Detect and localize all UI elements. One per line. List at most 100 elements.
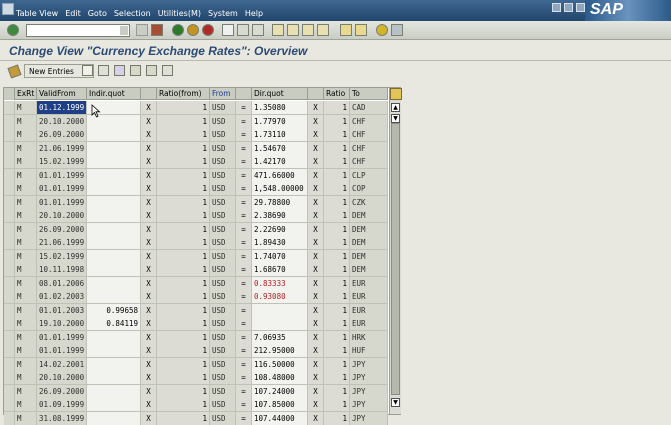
row-selector[interactable] [4, 276, 15, 290]
table-row[interactable]: M 01.01.1999 X 1 USD = 7.06935 X 1 HRK [4, 330, 388, 344]
cell-indir-quot[interactable] [87, 195, 141, 209]
close-icon[interactable] [576, 3, 585, 12]
table-row[interactable]: M 01.01.1999 X 1 USD = 29.78800 X 1 CZK [4, 195, 388, 209]
last-page-icon[interactable] [317, 24, 329, 36]
maximize-icon[interactable] [564, 3, 573, 12]
cell-dir-quot[interactable] [252, 303, 308, 317]
find-next-icon[interactable] [252, 24, 264, 36]
cancel-icon[interactable] [202, 24, 214, 36]
cell-indir-quot[interactable] [87, 182, 141, 195]
row-selector[interactable] [4, 317, 15, 330]
table-row[interactable]: M 21.06.1999 X 1 USD = 1.54670 X 1 CHF [4, 141, 388, 155]
menu-goto[interactable]: Goto [88, 9, 107, 18]
next-page-icon[interactable] [302, 24, 314, 36]
window-menu-icon[interactable] [2, 3, 14, 15]
row-selector[interactable] [4, 209, 15, 222]
table-row[interactable]: M 20.10.2000 X 1 USD = 2.38690 X 1 DEM [4, 209, 388, 223]
save-icon[interactable] [151, 24, 163, 36]
back-icon[interactable] [172, 24, 184, 36]
cell-dir-quot[interactable]: 0.93080 [252, 290, 308, 303]
menu-utilities[interactable]: Utilities(M) [158, 9, 201, 18]
cell-indir-quot[interactable] [87, 384, 141, 398]
row-selector[interactable] [4, 411, 15, 425]
cell-dir-quot[interactable]: 1,548.00000 [252, 182, 308, 195]
scroll-thumb[interactable] [391, 123, 400, 395]
header-to[interactable]: To [350, 88, 388, 100]
copy-icon[interactable] [82, 65, 93, 76]
menu-table-view[interactable]: Table View [16, 9, 58, 18]
table-row[interactable]: M 20.10.2000 X 1 USD = 1.77970 X 1 CHF [4, 114, 388, 128]
help-icon[interactable] [376, 24, 388, 36]
row-selector[interactable] [4, 344, 15, 357]
row-selector[interactable] [4, 398, 15, 411]
row-selector[interactable] [4, 371, 15, 384]
cell-dir-quot[interactable]: 2.22690 [252, 222, 308, 236]
cell-dir-quot[interactable]: 471.66000 [252, 168, 308, 182]
row-selector[interactable] [4, 384, 15, 398]
cell-dir-quot[interactable]: 212.95000 [252, 344, 308, 357]
cell-indir-quot[interactable] [87, 155, 141, 168]
table-row[interactable]: M 14.02.2001 X 1 USD = 116.50000 X 1 JPY [4, 357, 388, 371]
cell-dir-quot[interactable]: 7.06935 [252, 330, 308, 344]
layout-menu-icon[interactable] [391, 24, 403, 36]
header-valid-from[interactable]: ValidFrom [37, 88, 87, 100]
cell-dir-quot[interactable]: 116.50000 [252, 357, 308, 371]
cell-indir-quot[interactable] [87, 344, 141, 357]
table-row[interactable]: M 01.02.2003 X 1 USD = 0.93080 X 1 EUR [4, 290, 388, 304]
row-selector[interactable] [4, 195, 15, 209]
row-selector[interactable] [4, 330, 15, 344]
cell-indir-quot[interactable] [87, 398, 141, 411]
row-selector[interactable] [4, 155, 15, 168]
cell-indir-quot[interactable] [87, 141, 141, 155]
row-selector[interactable] [4, 114, 15, 128]
select-block-icon[interactable] [146, 65, 157, 76]
undo-change-icon[interactable] [114, 65, 125, 76]
table-row[interactable]: M 01.09.1999 X 1 USD = 107.85000 X 1 JPY [4, 398, 388, 412]
table-row[interactable]: M 15.02.1999 X 1 USD = 1.74070 X 1 DEM [4, 249, 388, 263]
cell-indir-quot[interactable] [87, 222, 141, 236]
cell-dir-quot[interactable]: 107.85000 [252, 398, 308, 411]
find-icon[interactable] [237, 24, 249, 36]
print-icon[interactable] [222, 24, 234, 36]
scroll-down-icon[interactable]: ▼ [391, 398, 400, 407]
table-row[interactable]: M 08.01.2006 X 1 USD = 0.83333 X 1 EUR [4, 276, 388, 290]
history-arrow-icon[interactable] [136, 24, 148, 36]
cell-indir-quot[interactable] [87, 168, 141, 182]
row-selector[interactable] [4, 222, 15, 236]
chevron-down-icon[interactable] [120, 26, 128, 35]
cell-dir-quot[interactable]: 1.89430 [252, 236, 308, 249]
table-row[interactable]: M 20.10.2000 X 1 USD = 108.48000 X 1 JPY [4, 371, 388, 385]
header-from[interactable]: From [210, 88, 236, 100]
cell-dir-quot[interactable]: 1.35080 [252, 101, 308, 114]
cell-dir-quot[interactable]: 107.24000 [252, 384, 308, 398]
row-selector[interactable] [4, 168, 15, 182]
deselect-all-icon[interactable] [162, 65, 173, 76]
header-ratio-from[interactable]: Ratio(from) [157, 88, 210, 100]
row-selector[interactable] [4, 357, 15, 371]
row-selector[interactable] [4, 141, 15, 155]
header-dir-quot[interactable]: Dir.quot [252, 88, 308, 100]
cell-dir-quot[interactable]: 1.68670 [252, 263, 308, 276]
select-all-icon[interactable] [130, 65, 141, 76]
scroll-up-page-icon[interactable]: ▼ [391, 114, 400, 123]
table-row[interactable]: M 01.01.2003 0.99658 X 1 USD = X 1 EUR [4, 303, 388, 317]
cell-dir-quot[interactable]: 1.77970 [252, 114, 308, 128]
header-ratio[interactable]: Ratio [324, 88, 350, 100]
table-row[interactable]: M 15.02.1999 X 1 USD = 1.42170 X 1 CHF [4, 155, 388, 169]
table-row[interactable]: M 31.08.1999 X 1 USD = 107.44000 X 1 JPY [4, 411, 388, 425]
cell-indir-quot[interactable] [87, 357, 141, 371]
previous-page-icon[interactable] [287, 24, 299, 36]
cell-indir-quot[interactable] [87, 276, 141, 290]
cell-indir-quot[interactable] [87, 330, 141, 344]
table-row[interactable]: M 01.01.1999 X 1 USD = 212.95000 X 1 HUF [4, 344, 388, 358]
cell-indir-quot[interactable]: 0.99658 [87, 303, 141, 317]
cell-indir-quot[interactable] [87, 290, 141, 303]
row-selector[interactable] [4, 236, 15, 249]
vertical-scrollbar[interactable]: ▲ ▼ ▼ [389, 88, 402, 414]
enter-icon[interactable] [7, 24, 19, 36]
table-row[interactable]: M 01.01.1999 X 1 USD = 1,548.00000 X 1 COP [4, 182, 388, 196]
delete-icon[interactable] [98, 65, 109, 76]
cell-indir-quot[interactable] [87, 411, 141, 425]
first-page-icon[interactable] [272, 24, 284, 36]
table-row[interactable]: M 01.01.1999 X 1 USD = 471.66000 X 1 CLP [4, 168, 388, 182]
